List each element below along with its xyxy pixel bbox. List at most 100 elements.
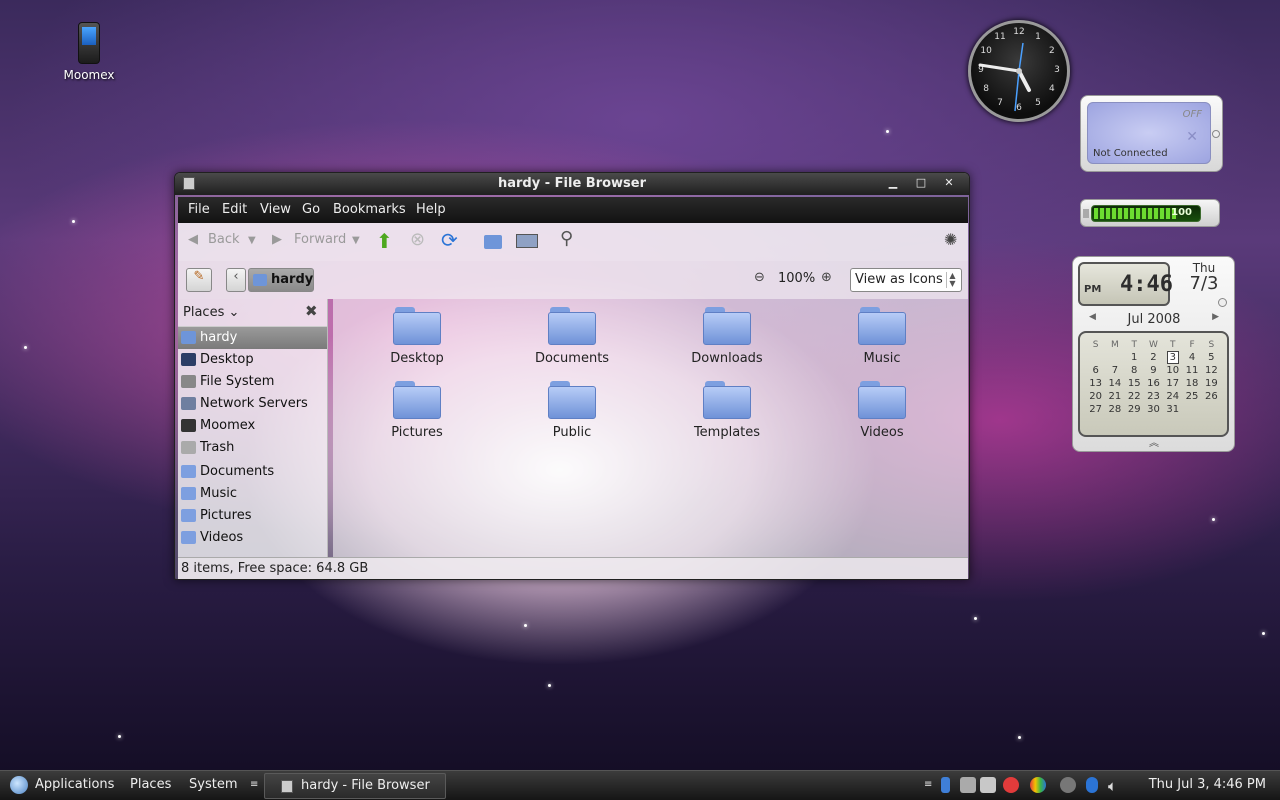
toggle-location-button[interactable]: ✎ [186, 268, 212, 292]
calendar-day[interactable] [1202, 403, 1221, 416]
calendar-day[interactable]: 31 [1163, 403, 1182, 416]
menu-file[interactable]: File [188, 202, 210, 217]
calendar-day[interactable]: 12 [1202, 364, 1221, 377]
sidebar-header[interactable]: Places ⌄ ✖ [178, 299, 327, 327]
forward-history-chevron-icon[interactable]: ▼ [352, 235, 360, 246]
maximize-button[interactable]: □ [909, 175, 933, 191]
menu-system[interactable]: System [189, 777, 237, 792]
zoom-out-icon[interactable]: ⊖ [754, 270, 765, 285]
panel-handle-icon[interactable]: ≡ [250, 779, 258, 790]
window-titlebar[interactable]: hardy - File Browser ▁ □ ✕ [175, 173, 969, 195]
calendar-day[interactable]: 2 [1144, 351, 1163, 364]
calendar-day[interactable]: 14 [1105, 377, 1124, 390]
calendar-day[interactable]: 29 [1125, 403, 1144, 416]
calendar-day[interactable]: 3 [1163, 351, 1182, 364]
next-month-icon[interactable]: ▶ [1212, 312, 1219, 322]
menu-bookmarks[interactable]: Bookmarks [333, 202, 406, 217]
file-item-music[interactable]: Music [832, 307, 932, 366]
sidebar-item-documents[interactable]: Documents [178, 461, 327, 483]
settings-tray-icon[interactable] [1060, 777, 1076, 793]
menu-edit[interactable]: Edit [222, 202, 247, 217]
menu-help[interactable]: Help [416, 202, 446, 217]
network-tray-icon[interactable] [960, 777, 976, 793]
zoom-level[interactable]: 100% [778, 271, 815, 286]
sidebar-item-moomex[interactable]: Moomex [178, 415, 327, 437]
calendar-day[interactable] [1182, 403, 1201, 416]
calendar-day[interactable]: 5 [1202, 351, 1221, 364]
calendar-day[interactable]: 7 [1105, 364, 1124, 377]
back-button[interactable]: Back [208, 232, 240, 247]
calendar-day[interactable]: 13 [1086, 377, 1105, 390]
calendar-day[interactable] [1086, 351, 1105, 364]
calendar-day[interactable]: 25 [1182, 390, 1201, 403]
calendar-day[interactable]: 30 [1144, 403, 1163, 416]
prev-month-icon[interactable]: ◀ [1089, 312, 1096, 322]
wifi-widget-knob[interactable] [1212, 130, 1220, 138]
file-item-desktop[interactable]: Desktop [367, 307, 467, 366]
calendar-day[interactable]: 22 [1125, 390, 1144, 403]
file-item-templates[interactable]: Templates [677, 381, 777, 440]
calendar-day[interactable]: 19 [1202, 377, 1221, 390]
calendar-day[interactable]: 23 [1144, 390, 1163, 403]
sidebar-item-desktop[interactable]: Desktop [178, 349, 327, 371]
analog-clock-widget[interactable]: 12 1 2 3 4 5 6 7 8 9 10 11 [968, 20, 1070, 122]
phone-tray-icon[interactable] [941, 777, 950, 793]
menu-go[interactable]: Go [302, 202, 320, 217]
view-mode-select[interactable]: View as Icons ▲ ▼ [850, 268, 962, 292]
calendar-day[interactable]: 11 [1182, 364, 1201, 377]
calendar-day[interactable]: 24 [1163, 390, 1182, 403]
sidebar-item-network-servers[interactable]: Network Servers [178, 393, 327, 415]
zoom-in-icon[interactable]: ⊕ [821, 270, 832, 285]
up-arrow-icon[interactable]: ⬆ [376, 229, 396, 253]
calendar-day[interactable]: 16 [1144, 377, 1163, 390]
menu-places[interactable]: Places [130, 777, 171, 792]
panel-clock[interactable]: Thu Jul 3, 4:46 PM [1149, 777, 1266, 792]
calendar-day[interactable]: 6 [1086, 364, 1105, 377]
sidebar-item-music[interactable]: Music [178, 483, 327, 505]
home-icon[interactable] [484, 235, 502, 249]
bluetooth-icon[interactable] [1086, 777, 1098, 793]
sidebar-item-file-system[interactable]: File System [178, 371, 327, 393]
close-sidebar-icon[interactable]: ✖ [305, 303, 321, 319]
reload-icon[interactable]: ⟳ [441, 228, 461, 252]
chrome-tray-icon[interactable] [1030, 777, 1046, 793]
path-button-hardy[interactable]: hardy [248, 268, 314, 292]
calendar-day[interactable]: 17 [1163, 377, 1182, 390]
sidebar-item-pictures[interactable]: Pictures [178, 505, 327, 527]
calendar-widget[interactable]: PM 4:46 Thu 7/3 ◀ Jul 2008 ▶ SMTWTFS1234… [1072, 256, 1235, 452]
back-history-chevron-icon[interactable]: ▼ [248, 235, 256, 246]
calendar-day[interactable]: 27 [1086, 403, 1105, 416]
file-view[interactable]: Desktop Documents Downloads Music Pictures Pu… [333, 299, 968, 557]
file-item-public[interactable]: Public [522, 381, 622, 440]
file-item-documents[interactable]: Documents [522, 307, 622, 366]
file-item-videos[interactable]: Videos [832, 381, 932, 440]
calendar-day[interactable]: 21 [1105, 390, 1124, 403]
calendar-day[interactable]: 9 [1144, 364, 1163, 377]
forward-button[interactable]: Forward [294, 232, 346, 247]
stop-icon[interactable]: ⊗ [410, 229, 430, 250]
file-item-pictures[interactable]: Pictures [367, 381, 467, 440]
minimize-button[interactable]: ▁ [881, 175, 905, 191]
path-left-button[interactable]: ‹ [226, 268, 246, 292]
update-tray-icon[interactable] [980, 777, 996, 793]
volume-icon[interactable]: 🔈︎ [1108, 777, 1124, 795]
tray-handle-icon[interactable]: ≡ [924, 779, 932, 790]
menu-applications[interactable]: Applications [35, 777, 114, 792]
battery-widget[interactable]: 100 [1080, 199, 1220, 227]
calendar-day[interactable]: 4 [1182, 351, 1201, 364]
sidebar-item-hardy[interactable]: hardy [178, 327, 327, 349]
collapse-chevron-icon[interactable]: ︽ [1149, 434, 1159, 449]
calendar-day[interactable]: 26 [1202, 390, 1221, 403]
file-item-downloads[interactable]: Downloads [677, 307, 777, 366]
calendar-day[interactable]: 18 [1182, 377, 1201, 390]
stop-sign-tray-icon[interactable] [1003, 777, 1019, 793]
taskbar-window-button[interactable]: hardy - File Browser [264, 773, 446, 799]
calendar-widget-knob[interactable] [1218, 298, 1227, 307]
search-icon[interactable]: ⚲ [560, 228, 580, 249]
close-button[interactable]: ✕ [937, 175, 961, 191]
calendar-day[interactable]: 20 [1086, 390, 1105, 403]
calendar-day[interactable] [1105, 351, 1124, 364]
calendar-day[interactable]: 28 [1105, 403, 1124, 416]
sidebar-item-trash[interactable]: Trash [178, 437, 327, 459]
applications-menu-icon[interactable] [10, 776, 28, 794]
